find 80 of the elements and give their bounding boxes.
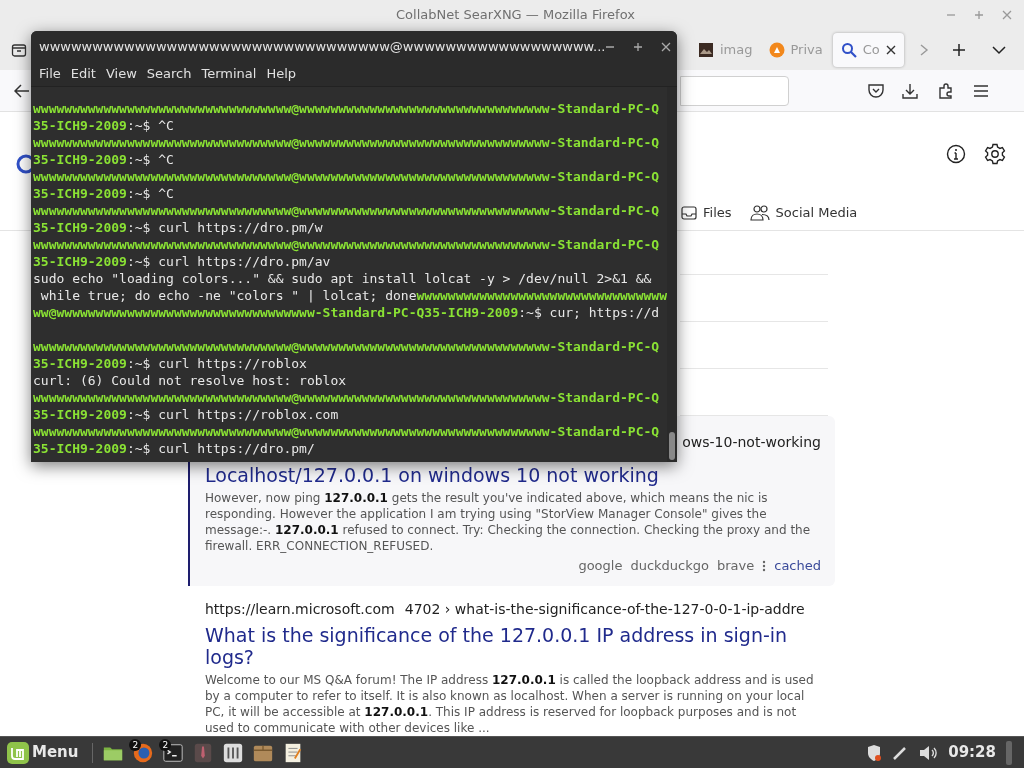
- terminal-text: wwwwwwwwwwwwwwwwwwwwwwwwwwwwwwwww@wwwwwwwwwwwwwwwwwwwwwwwwwwwwwwww-Standard-PC-Q: [33, 339, 660, 354]
- result-title[interactable]: Localhost/127.0.0.1 on windows 10 not working: [205, 464, 821, 486]
- result-path: 4702 › what-is-the-significance-of-the-127-0-0-1-ip-addre: [404, 600, 805, 619]
- terminal-text: :~$ curl https://dro.pm/av: [126, 254, 331, 269]
- terminal-text: 35-ICH9-2009: [33, 186, 127, 201]
- terminal-title: wwwwwwwwwwwwwwwwwwwwwwwwwwwwwwwww@wwwwwwwwwwwwwwwwww...: [39, 37, 606, 56]
- result-snippet: However, now ping 127.0.0.1 gets the result you've indicated above, which means the nic is responding. However the application I am trying using "StorView Manager Console" gives the message:-. 127.0.0.1 refused to connect. Try: Checking the connection. Checking the proxy and the firewall. ERR_CONNECTION_REFUSED.: [205, 490, 812, 554]
- terminal-text: :~$ cur; https://d: [518, 305, 660, 320]
- clock[interactable]: 09:28: [948, 741, 996, 764]
- tab-list-icon[interactable]: [11, 42, 27, 58]
- more-icon[interactable]: [762, 559, 767, 572]
- search-icon: [840, 42, 857, 58]
- terminal-text: 35-ICH9-2009: [33, 441, 127, 456]
- maximize-icon[interactable]: [633, 41, 644, 52]
- puzzle-icon[interactable]: [937, 81, 955, 100]
- menu-item[interactable]: File: [35, 64, 65, 84]
- back-icon[interactable]: [14, 83, 30, 98]
- terminal-text: :~$ curl https://roblox.com: [126, 407, 339, 422]
- category-tab[interactable]: Social Media: [749, 203, 858, 223]
- settings-icon[interactable]: [984, 143, 1006, 165]
- terminal-text: :~$ curl https://dro.pm/: [126, 441, 315, 456]
- terminal-text: 35-ICH9-2009: [33, 356, 127, 371]
- terminal-text: :~$ curl https://roblox: [126, 356, 307, 371]
- panel-handle[interactable]: [1006, 740, 1012, 765]
- terminal-text: :~$ ^C: [126, 186, 174, 201]
- terminal-icon[interactable]: [162, 741, 185, 764]
- terminal-text: sudo echo "loading colors..." && sudo apt install lolcat -y > /dev/null 2>&1 &&: [33, 271, 652, 286]
- terminal-text: curl: (6) Could not resolve host: roblox: [33, 373, 347, 388]
- menu-item[interactable]: Help: [262, 64, 301, 84]
- engine-label: brave: [716, 557, 755, 575]
- info-icon[interactable]: [946, 144, 966, 164]
- inbox-icon: [681, 205, 697, 221]
- menu-item[interactable]: View: [101, 64, 141, 84]
- menu-item[interactable]: Search: [142, 64, 196, 84]
- download-icon[interactable]: [901, 81, 919, 100]
- volume-icon[interactable]: [918, 744, 939, 761]
- menu-button[interactable]: Menu: [4, 738, 81, 767]
- category-tab[interactable]: Files: [681, 203, 732, 223]
- globe-icon[interactable]: [132, 741, 155, 764]
- terminal-text: :~$ curl https://dro.pm/w: [126, 220, 323, 235]
- chevron-down-icon[interactable]: [991, 45, 1006, 55]
- engine-label: google: [578, 557, 623, 575]
- terminal-text: wwwwwwwwwwwwwwwwwwwwwwwwwwwwwwwww@wwwwwwwwwwwwwwwwwwwwwwwwwwwwwwww-Standard-PC-Q: [33, 101, 660, 116]
- terminal-text: ww@wwwwwwwwwwwwwwwwwwwwwwwwwwwwwwwww-Standard-PC-Q35-ICH9-2009: [33, 305, 519, 320]
- pocket-icon[interactable]: [867, 82, 885, 99]
- mint-logo-icon: [6, 740, 30, 765]
- result-title[interactable]: What is the significance of the 127.0.0.1 IP address in sign-in logs?: [205, 623, 821, 668]
- terminal-text: :~$ ^C: [126, 118, 174, 133]
- close-icon[interactable]: [885, 45, 896, 55]
- result-url[interactable]: https://learn.microsoft.com: [205, 599, 395, 620]
- terminal-text: wwwwwwwwwwwwwwwwwwwwwwwwwwwwwwwww@wwwwwwwwwwwwwwwwwwwwwwwwwwwwwwww-Standard-PC-Q: [33, 203, 660, 218]
- address-field[interactable]: [680, 75, 789, 106]
- result-snippet: Welcome to our MS Q&A forum! The IP address 127.0.0.1 is called the loopback address and is used by a computer to refer to itself. It is also known as localhost. When a server is running on your local PC, it will be accessible at 127.0.0.1. This IP address is reserved for loopback purposes and is not used to communicate with other devices like ...: [205, 671, 815, 736]
- terminal-text: 35-ICH9-2009: [33, 254, 127, 269]
- menu-item[interactable]: Edit: [66, 64, 100, 84]
- image-icon: [698, 42, 714, 58]
- menu-icon[interactable]: [973, 83, 989, 98]
- terminal-text: 35-ICH9-2009: [33, 152, 127, 167]
- terminal-text: wwwwwwwwwwwwwwwwwwwwwwwwwwwwwwwww@wwwwwwwwwwwwwwwwwwwwwwwwwwwwwwww-Standard-PC-Q: [33, 237, 660, 252]
- menu-item[interactable]: Terminal: [197, 64, 261, 84]
- terminal-text: 35-ICH9-2009: [33, 220, 127, 235]
- result-path: ows-10-not-working: [682, 432, 821, 452]
- count-badge: 2: [159, 738, 172, 751]
- terminal-text: wwwwwwwwwwwwwwwwwwwwwwwwwwwwwwwww@wwwwwwwwwwwwwwwwwwwwwwwwwwwwwwww-Standard-PC-Q: [33, 169, 660, 184]
- terminal-text: wwwwwwwwwwwwwwwwwwwwwwwwwwwwwwwww@wwwwwwwwwwwwwwwwwwwwwwwwwwwwwwww-Standard-PC-Q: [33, 424, 660, 439]
- terminal-text: 35-ICH9-2009: [33, 407, 127, 422]
- people-icon: [749, 205, 770, 221]
- close-icon[interactable]: [661, 41, 672, 52]
- terminal-text: while true; do echo -ne "colors " | lolcat; done: [39, 288, 417, 303]
- terminal-text: wwwwwwwwwwwwwwwwwwwwwwwwwwwwwwwww@wwwwwwwwwwwwwwwwwwwwwwwwwwwwwwww-Standard-PC-Q: [33, 135, 660, 150]
- terminal-text: wwwwwwwwwwwwwwwwwwwwwwwwwwwwwwwww@wwwwwwwwwwwwwwwwwwwwwwwwwwwwwwww-Standard-PC-Q: [33, 390, 660, 405]
- count-badge: 2: [129, 738, 142, 751]
- terminal-text: wwwwwwwwwwwwwwwwwwwwwwwwwwwwwwww: [416, 288, 667, 303]
- terminal-text: :~$ ^C: [126, 152, 174, 167]
- scrollbar-thumb[interactable]: [669, 432, 675, 460]
- engine-label: duckduckgo: [630, 557, 709, 575]
- cached-link[interactable]: cached: [774, 556, 821, 576]
- new-tab-icon[interactable]: [951, 43, 966, 57]
- window-title: CollabNet SearXNG — Mozilla Firefox: [396, 6, 635, 25]
- terminal-text: 35-ICH9-2009: [33, 118, 127, 133]
